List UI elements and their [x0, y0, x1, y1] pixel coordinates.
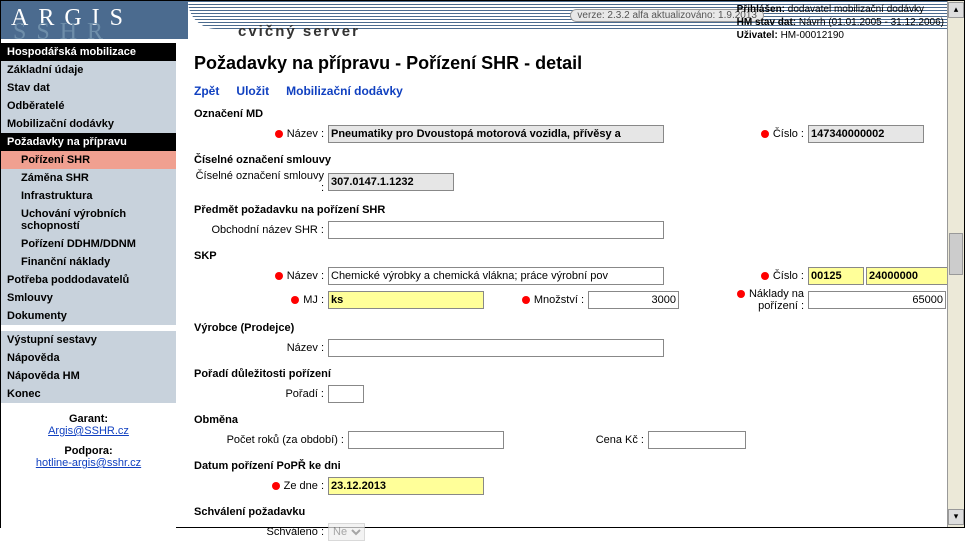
- nav-zamena-shr[interactable]: Záměna SHR: [1, 169, 176, 187]
- nav-vystupni[interactable]: Výstupní sestavy: [1, 331, 176, 349]
- trade-field[interactable]: [328, 221, 664, 239]
- cost-field[interactable]: [808, 291, 946, 309]
- scroll-thumb[interactable]: [949, 233, 963, 275]
- sidebar-footer: Garant: Argis@SSHR.cz Podpora: hotline-a…: [1, 403, 176, 479]
- window-scrollbar[interactable]: ▴ ▾: [947, 1, 964, 527]
- cost-label: Náklady na pořízení :: [724, 288, 808, 312]
- nav-mob-dodavky[interactable]: Mobilizační dodávky: [1, 115, 176, 133]
- nav-potreba[interactable]: Potřeba poddodavatelů: [1, 271, 176, 289]
- section-obmena: Obměna: [194, 414, 952, 426]
- mfr-label: Název :: [194, 342, 328, 354]
- appr-select[interactable]: Ne: [328, 523, 365, 541]
- section-subject: Předmět požadavku na pořízení SHR: [194, 204, 952, 216]
- section-skp: SKP: [194, 250, 952, 262]
- nav-smlouvy[interactable]: Smlouvy: [1, 289, 176, 307]
- mj-label: MJ :: [194, 294, 328, 306]
- action-back[interactable]: Zpět: [194, 84, 219, 98]
- contract-label: Číselné označení smlouvy :: [194, 170, 328, 194]
- login-info: Přihlášen: dodavatel mobilizační dodávky…: [737, 3, 944, 42]
- skp-num2-field[interactable]: [866, 267, 952, 285]
- nav-porizeni-shr[interactable]: Pořízení SHR: [1, 151, 176, 169]
- version-pill: verze: 2.3.2 alfa aktualizováno: 1.9.201…: [570, 9, 764, 22]
- page-title: Požadavky na přípravu - Pořízení SHR - d…: [194, 53, 952, 74]
- scroll-down-icon[interactable]: ▾: [948, 509, 964, 525]
- nav-infrastruktura[interactable]: Infrastruktura: [1, 187, 176, 205]
- nav-stav-dat[interactable]: Stav dat: [1, 79, 176, 97]
- years-label: Počet roků (za období) :: [194, 434, 348, 446]
- nav-zakladni[interactable]: Základní údaje: [1, 61, 176, 79]
- qty-label: Množství :: [484, 294, 588, 306]
- md-name-label: Název :: [194, 128, 328, 140]
- nav-uchovani[interactable]: Uchování výrobních schopností: [1, 205, 176, 235]
- skp-name-field[interactable]: [328, 267, 664, 285]
- action-md[interactable]: Mobilizační dodávky: [286, 84, 403, 98]
- mfr-field[interactable]: [328, 339, 664, 357]
- prio-field[interactable]: [328, 385, 364, 403]
- price-field[interactable]: [648, 431, 746, 449]
- skp-num1-field[interactable]: [808, 267, 864, 285]
- nav-konec[interactable]: Konec: [1, 385, 176, 403]
- nav-napoveda-hm[interactable]: Nápověda HM: [1, 367, 176, 385]
- nav-fin-naklady[interactable]: Finanční náklady: [1, 253, 176, 271]
- server-label: cvičný server: [238, 23, 360, 40]
- qty-field[interactable]: [588, 291, 679, 309]
- md-num-label: Číslo :: [724, 128, 808, 140]
- years-field[interactable]: [348, 431, 504, 449]
- sidebar: Hospodářská mobilizace Základní údaje St…: [1, 43, 176, 552]
- nav-napoveda[interactable]: Nápověda: [1, 349, 176, 367]
- section-contract: Číselné označení smlouvy: [194, 154, 952, 166]
- nav-ddhm[interactable]: Pořízení DDHM/DDNM: [1, 235, 176, 253]
- app-logo: ARGIS SSHR: [1, 1, 188, 39]
- md-num-field[interactable]: [808, 125, 924, 143]
- date-label: Ze dne :: [194, 480, 328, 492]
- skp-name-label: Název :: [194, 270, 328, 282]
- contract-field[interactable]: [328, 173, 454, 191]
- nav-group-pozadavky: Požadavky na přípravu: [1, 133, 176, 151]
- scroll-up-icon[interactable]: ▴: [948, 2, 964, 18]
- garant-link[interactable]: Argis@SSHR.cz: [48, 425, 129, 437]
- price-label: Cena Kč :: [504, 434, 648, 446]
- podpora-link[interactable]: hotline-argis@sshr.cz: [36, 457, 141, 469]
- skp-num-label: Číslo :: [724, 270, 808, 282]
- action-save[interactable]: Uložit: [236, 84, 269, 98]
- trade-label: Obchodní název SHR :: [194, 224, 328, 236]
- prio-label: Pořadí :: [194, 388, 328, 400]
- section-date: Datum pořízení PoPŘ ke dni: [194, 460, 952, 472]
- date-field[interactable]: [328, 477, 484, 495]
- section-mfr: Výrobce (Prodejce): [194, 322, 952, 334]
- main-content: Požadavky na přípravu - Pořízení SHR - d…: [176, 43, 964, 552]
- nav-dokumenty[interactable]: Dokumenty: [1, 307, 176, 325]
- section-approval: Schválení požadavku: [194, 506, 952, 518]
- md-name-field[interactable]: [328, 125, 664, 143]
- section-md: Označení MD: [194, 108, 952, 120]
- section-priority: Pořadí důležitosti pořízení: [194, 368, 952, 380]
- nav-odberatele[interactable]: Odběratelé: [1, 97, 176, 115]
- mj-field[interactable]: [328, 291, 484, 309]
